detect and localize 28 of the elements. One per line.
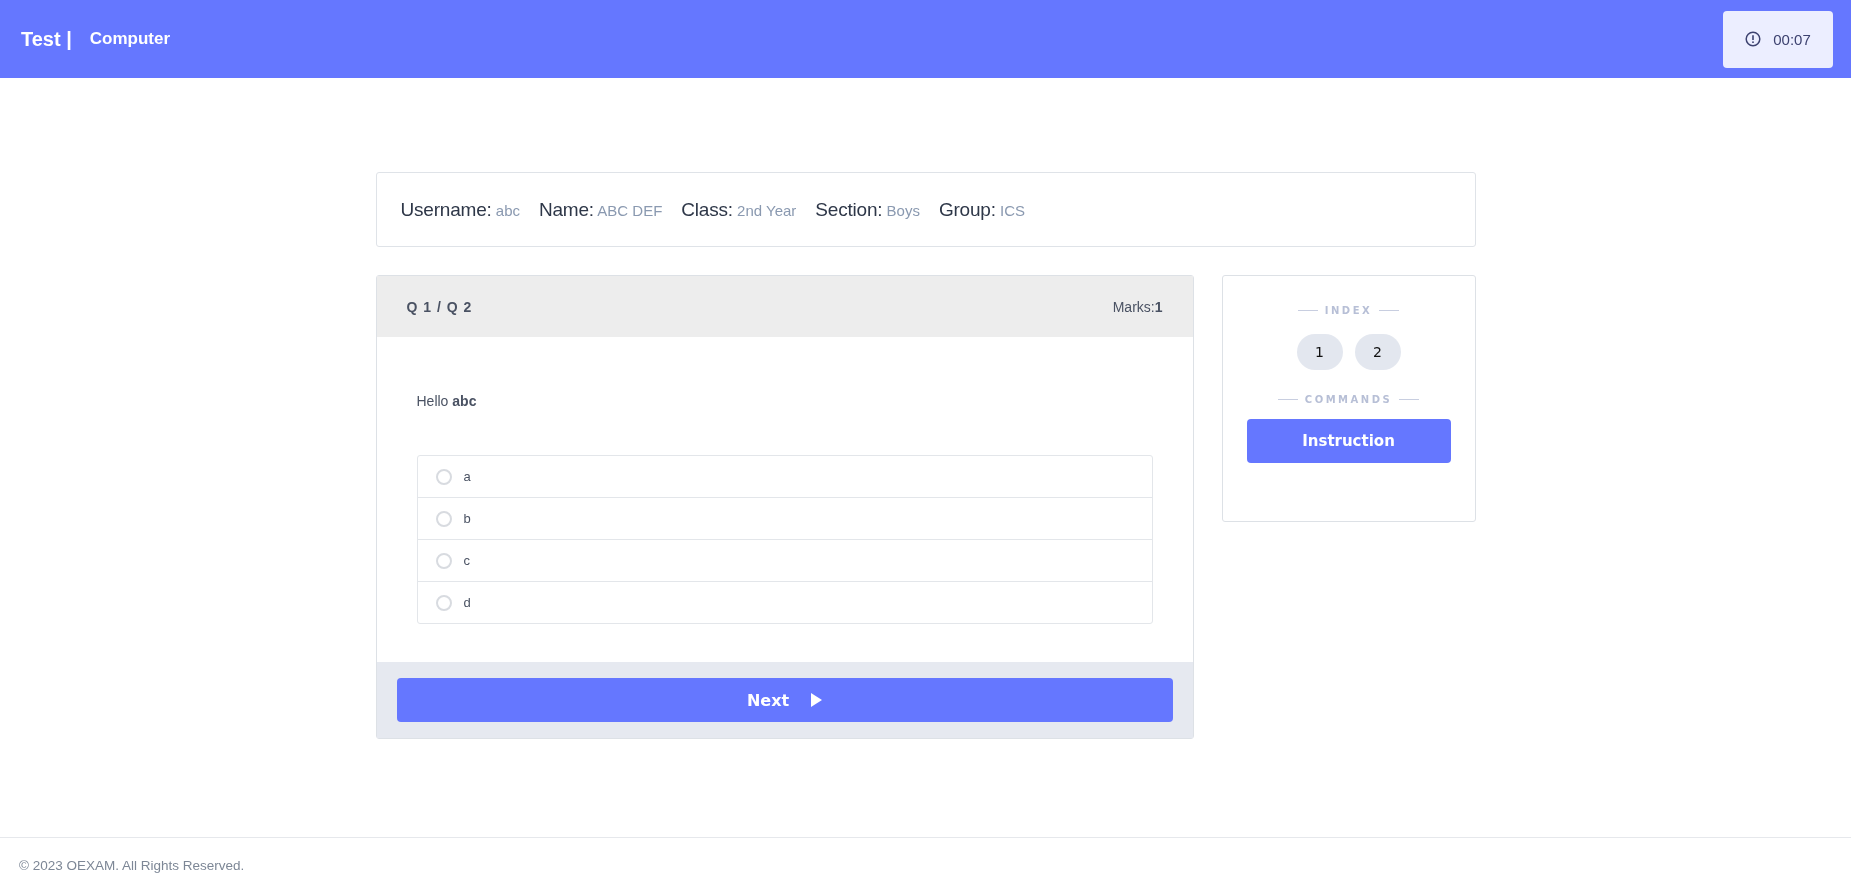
- radio-button[interactable]: [435, 552, 452, 569]
- radio-button[interactable]: [435, 468, 452, 485]
- copyright-text: © 2023 OEXAM. All Rights Reserved.: [19, 858, 245, 873]
- play-icon: [811, 693, 823, 707]
- radio-button[interactable]: [435, 594, 452, 611]
- exam-title: Test |: [21, 27, 72, 51]
- student-info-field: Group: ICS: [938, 198, 1025, 221]
- question-index-button[interactable]: 2: [1354, 334, 1401, 370]
- student-info-field: Name: ABC DEF: [539, 198, 663, 221]
- alert-circle-icon: [1745, 31, 1762, 47]
- option-label[interactable]: b: [463, 511, 471, 526]
- index-heading: INDEX: [1297, 305, 1400, 316]
- timer-badge: 00:07: [1723, 10, 1833, 68]
- next-button[interactable]: Next: [396, 678, 1173, 722]
- question-text: Hello abc: [416, 393, 478, 409]
- student-info-field: Username: abc: [400, 198, 520, 221]
- student-info-field: Class: 2nd Year: [681, 198, 797, 221]
- commands-heading: COMMANDS: [1277, 394, 1420, 405]
- option-label[interactable]: c: [463, 553, 470, 568]
- student-info-field: Section: Boys: [815, 198, 920, 221]
- question-index-button[interactable]: 1: [1296, 334, 1343, 370]
- option-label[interactable]: a: [463, 469, 471, 484]
- option-label[interactable]: d: [463, 595, 471, 610]
- question-counter: Q 1 / Q 2: [406, 298, 473, 315]
- marks-label: Marks:1: [1112, 298, 1163, 315]
- instruction-button[interactable]: Instruction: [1246, 419, 1451, 463]
- radio-button[interactable]: [435, 510, 452, 527]
- subject-name: Computer: [89, 29, 171, 49]
